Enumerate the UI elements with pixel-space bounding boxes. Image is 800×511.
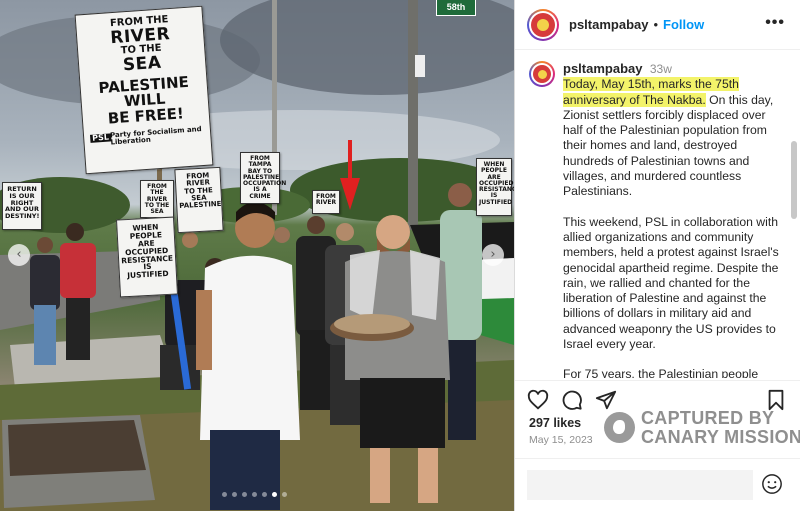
protest-sign-tampa: FROM TAMPA BAY TO PALESTINE OCCUPATION I…: [240, 152, 286, 204]
sign-text: CRIME: [249, 192, 271, 200]
username-link[interactable]: psltampabay: [569, 17, 648, 32]
comment-icon[interactable]: [561, 389, 583, 411]
like-count[interactable]: 297 likes: [529, 416, 581, 430]
protest-sign-main: FROM THE RIVER TO THE SEA PALESTINE WILL…: [74, 5, 214, 175]
protest-sign-justified-left: WHEN PEOPLE ARE OCCUPIED RESISTANCE IS J…: [115, 216, 179, 298]
carousel-dot: [262, 492, 267, 497]
post-date[interactable]: May 15, 2023: [529, 434, 593, 446]
sign-text: DESTINY!: [5, 212, 40, 221]
sign-text: RIVER: [315, 199, 337, 207]
action-bar: [515, 380, 800, 411]
caption-username[interactable]: psltampabay: [563, 61, 642, 76]
protest-sign-return: RETURN IS OUR RIGHT AND OUR DESTINY!: [2, 182, 42, 230]
caption-paragraph: This weekend, PSL in collaboration with …: [563, 214, 779, 352]
carousel-dot: [252, 492, 257, 497]
protest-sign-river-small: FROM THE RIVER TO THE SEA: [140, 180, 174, 218]
carousel-dot: [232, 492, 237, 497]
protest-sign-river: FROM RIVER TO THE SEA PALESTINE: [174, 166, 224, 234]
watermark-text: CAPTURED BY CANARY MISSION: [641, 409, 800, 447]
sign-text: SEA: [150, 208, 164, 216]
caption: psltampabay 33w Today, May 15th, marks t…: [563, 61, 785, 378]
sign-footer: Party for Socialism and Liberation: [88, 125, 207, 149]
carousel-prev-button[interactable]: ‹: [8, 244, 30, 266]
caption-scroll-area[interactable]: psltampabay 33w Today, May 15th, marks t…: [515, 51, 800, 378]
caption-text: On this day, Zionist settlers forcibly d…: [563, 92, 774, 199]
carousel-dot: [222, 492, 227, 497]
avatar[interactable]: [527, 8, 559, 41]
carousel-dot-active: [272, 492, 277, 497]
sign-text: JUSTIFIED: [126, 269, 169, 281]
add-comment-bar: [515, 458, 800, 511]
separator-dot: •: [653, 17, 659, 32]
post-header: psltampabay • Follow •••: [515, 0, 800, 50]
caption-paragraph: Today, May 15th, marks the 75th annivers…: [563, 77, 785, 199]
caption-scrollbar[interactable]: [791, 141, 797, 219]
emoji-icon[interactable]: [761, 473, 783, 495]
watermark-line: CANARY MISSION: [641, 427, 800, 447]
carousel-indicator: [222, 492, 287, 497]
follow-button[interactable]: Follow: [663, 17, 704, 32]
send-icon[interactable]: [595, 389, 617, 411]
caption-paragraph: For 75 years, the Palestinian people: [563, 367, 759, 378]
sign-text: PALESTINE: [179, 200, 222, 211]
comment-input[interactable]: [527, 470, 753, 500]
watermark: CAPTURED BY CANARY MISSION: [604, 409, 800, 449]
canary-logo-icon: [604, 412, 635, 443]
protest-sign-justified-right: WHEN PEOPLE ARE OCCUPIED RESISTANCE IS J…: [476, 158, 514, 216]
watermark-line: CAPTURED BY: [641, 408, 775, 428]
more-options-icon[interactable]: •••: [765, 14, 785, 32]
carousel-dot: [282, 492, 287, 497]
caption-timestamp[interactable]: 33w: [650, 62, 672, 76]
street-sign: 58th: [436, 0, 476, 16]
sign-text: JUSTIFIED: [479, 198, 513, 206]
sign-text: FROM THE: [147, 183, 167, 197]
heart-icon[interactable]: [527, 389, 549, 411]
carousel-dot: [242, 492, 247, 497]
post-photo[interactable]: 58th FROM THE RIVER TO THE SEA PALESTINE…: [0, 0, 514, 511]
carousel-next-button[interactable]: ›: [482, 244, 504, 266]
protest-sign-mid: FROM RIVER: [312, 190, 340, 214]
photo-scene: [0, 0, 514, 511]
caption-avatar[interactable]: [529, 61, 555, 87]
